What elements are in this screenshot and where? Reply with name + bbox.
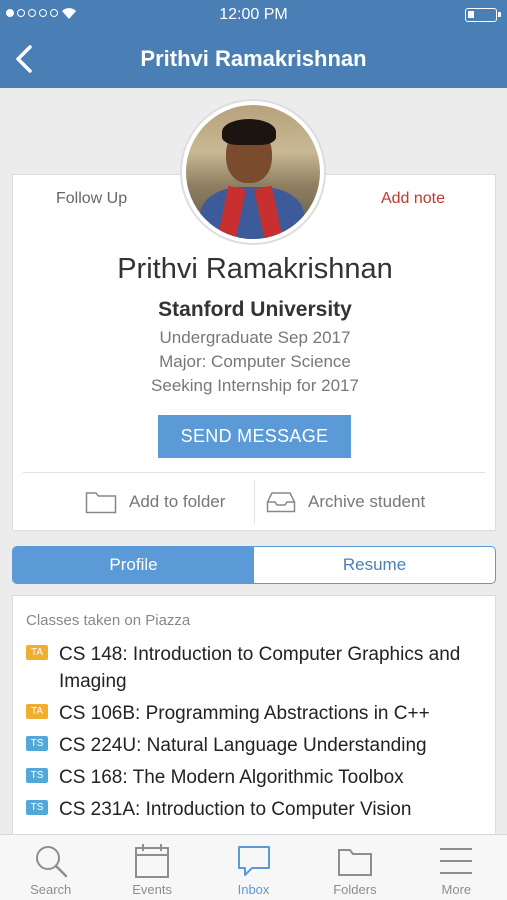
list-item[interactable]: TS CS 231A: Introduction to Computer Vis…	[26, 796, 479, 823]
divider	[23, 472, 485, 473]
tab-label: Search	[30, 882, 72, 897]
chat-bubble-icon	[237, 846, 270, 876]
classes-title: Classes taken on Piazza	[26, 612, 191, 629]
profile-school: Stanford University	[158, 298, 352, 321]
profile-photo	[186, 105, 320, 239]
graduation-info: Undergraduate Sep 2017	[159, 328, 351, 347]
list-item[interactable]: TA CS 106B: Programming Abstractions in …	[26, 700, 479, 727]
ts-badge: TS	[26, 736, 48, 751]
avatar	[180, 99, 326, 245]
battery-icon	[465, 8, 501, 22]
add-note-link[interactable]: Add note	[381, 190, 445, 208]
archive-student-label: Archive student	[308, 492, 426, 511]
profile-resume-segmented-control: Profile Resume	[12, 546, 496, 584]
add-to-folder-label: Add to folder	[129, 492, 226, 511]
nav-title: Prithvi Ramakrishnan	[140, 46, 367, 71]
ta-badge: TA	[26, 704, 48, 719]
major-info: Major: Computer Science	[159, 352, 351, 371]
class-name: CS 231A: Introduction to Computer Vision	[59, 799, 412, 820]
send-message-button[interactable]: SEND MESSAGE	[158, 415, 351, 458]
folder-icon	[85, 492, 117, 514]
ta-badge: TA	[26, 645, 48, 660]
classes-card: Classes taken on Piazza TA CS 148: Intro…	[12, 595, 496, 840]
profile-name: Prithvi Ramakrishnan	[117, 253, 393, 285]
tab-resume[interactable]: Resume	[254, 547, 495, 583]
status-bar: 12:00 PM	[0, 0, 507, 30]
tab-folders[interactable]: Folders	[304, 835, 405, 900]
tab-inbox[interactable]: Inbox	[203, 835, 304, 900]
tab-label: Folders	[333, 882, 377, 897]
archive-tray-icon	[266, 492, 296, 513]
follow-up-link[interactable]: Follow Up	[56, 190, 127, 208]
tab-search[interactable]: Search	[0, 835, 101, 900]
bottom-tab-bar: Search Events Inbox Folders More	[0, 834, 507, 900]
tab-label: Events	[132, 882, 172, 897]
add-to-folder-button[interactable]: Add to folder	[85, 483, 225, 521]
menu-icon	[440, 848, 473, 874]
class-name: CS 106B: Programming Abstractions in C++	[59, 703, 430, 724]
archive-student-button[interactable]: Archive student	[266, 483, 425, 521]
class-name: CS 168: The Modern Algorithmic Toolbox	[59, 767, 404, 788]
divider	[254, 480, 255, 524]
tab-label: More	[441, 882, 472, 897]
list-item[interactable]: TS CS 168: The Modern Algorithmic Toolbo…	[26, 764, 479, 791]
folder-icon	[337, 849, 372, 876]
tab-more[interactable]: More	[406, 835, 507, 900]
calendar-icon	[135, 844, 170, 878]
list-item[interactable]: TS CS 224U: Natural Language Understandi…	[26, 732, 479, 759]
class-name: CS 224U: Natural Language Understanding	[59, 735, 427, 756]
ts-badge: TS	[26, 768, 48, 783]
tab-label: Inbox	[237, 882, 270, 897]
ts-badge: TS	[26, 800, 48, 815]
class-name: CS 148: Introduction to Computer Graphic…	[59, 644, 461, 692]
status-time: 12:00 PM	[219, 6, 288, 23]
navigation-bar: Prithvi Ramakrishnan	[0, 30, 507, 88]
search-icon	[35, 846, 67, 878]
tab-events[interactable]: Events	[101, 835, 202, 900]
list-item[interactable]: TA CS 148: Introduction to Computer Grap…	[26, 641, 479, 695]
seeking-info: Seeking Internship for 2017	[151, 376, 359, 395]
tab-profile[interactable]: Profile	[13, 547, 254, 583]
